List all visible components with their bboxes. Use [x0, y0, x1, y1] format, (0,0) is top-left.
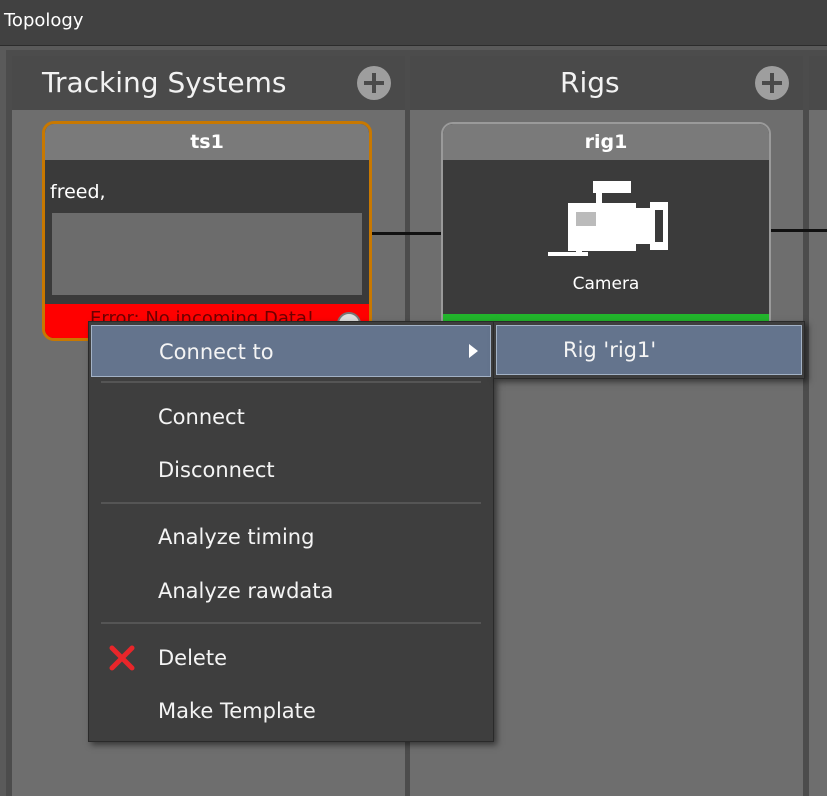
- window-titlebar: Topology: [0, 0, 827, 46]
- menu-item-label: Delete: [158, 646, 227, 670]
- delete-menu-item[interactable]: Delete: [91, 632, 491, 684]
- menu-separator: [101, 622, 481, 624]
- analyze-timing-menu-item[interactable]: Analyze timing: [91, 511, 491, 563]
- delete-x-icon: [109, 645, 135, 671]
- rig-type-label: Camera: [572, 274, 640, 294]
- menu-item-label: Connect to: [159, 340, 274, 364]
- window-title: Topology: [4, 10, 84, 31]
- connect-to-submenu: Rig 'rig1': [493, 321, 805, 379]
- node-context-menu: Connect to Connect Disconnect Analyze ti…: [88, 321, 494, 742]
- tracking-systems-header: Tracking Systems: [12, 56, 405, 110]
- third-column: [809, 56, 827, 796]
- menu-item-label: Analyze timing: [158, 525, 315, 549]
- rigs-title: Rigs: [560, 66, 620, 99]
- menu-separator: [101, 381, 481, 383]
- menu-item-label: Connect: [158, 405, 245, 429]
- menu-item-label: Make Template: [158, 699, 316, 723]
- node-title: rig1: [443, 124, 769, 160]
- tracking-system-node-ts1[interactable]: ts1 freed, Error: No incoming Data!: [42, 121, 372, 341]
- node-description: freed,: [50, 181, 106, 203]
- node-title: ts1: [45, 124, 369, 160]
- disconnect-menu-item[interactable]: Disconnect: [91, 444, 491, 496]
- node-data-preview: [52, 213, 362, 295]
- connector-line: [771, 229, 827, 232]
- connector-line: [372, 232, 441, 235]
- rigs-header: Rigs: [410, 56, 803, 110]
- make-template-menu-item[interactable]: Make Template: [91, 685, 491, 737]
- menu-item-label: Disconnect: [158, 458, 275, 482]
- connect-to-menu-item[interactable]: Connect to: [91, 325, 491, 377]
- menu-item-label: Rig 'rig1': [563, 338, 657, 362]
- analyze-rawdata-menu-item[interactable]: Analyze rawdata: [91, 565, 491, 617]
- menu-separator: [101, 502, 481, 504]
- submenu-arrow-icon: [469, 344, 478, 358]
- submenu-item-rig1[interactable]: Rig 'rig1': [496, 325, 802, 375]
- menu-item-label: Analyze rawdata: [158, 579, 334, 603]
- add-tracking-system-icon[interactable]: [357, 66, 391, 100]
- third-column-header: [809, 56, 827, 110]
- add-rig-icon[interactable]: [755, 66, 789, 100]
- tracking-systems-title: Tracking Systems: [42, 66, 287, 99]
- video-camera-icon: [548, 181, 668, 256]
- connect-menu-item[interactable]: Connect: [91, 391, 491, 443]
- rig-node-rig1[interactable]: rig1 Camera: [441, 122, 771, 332]
